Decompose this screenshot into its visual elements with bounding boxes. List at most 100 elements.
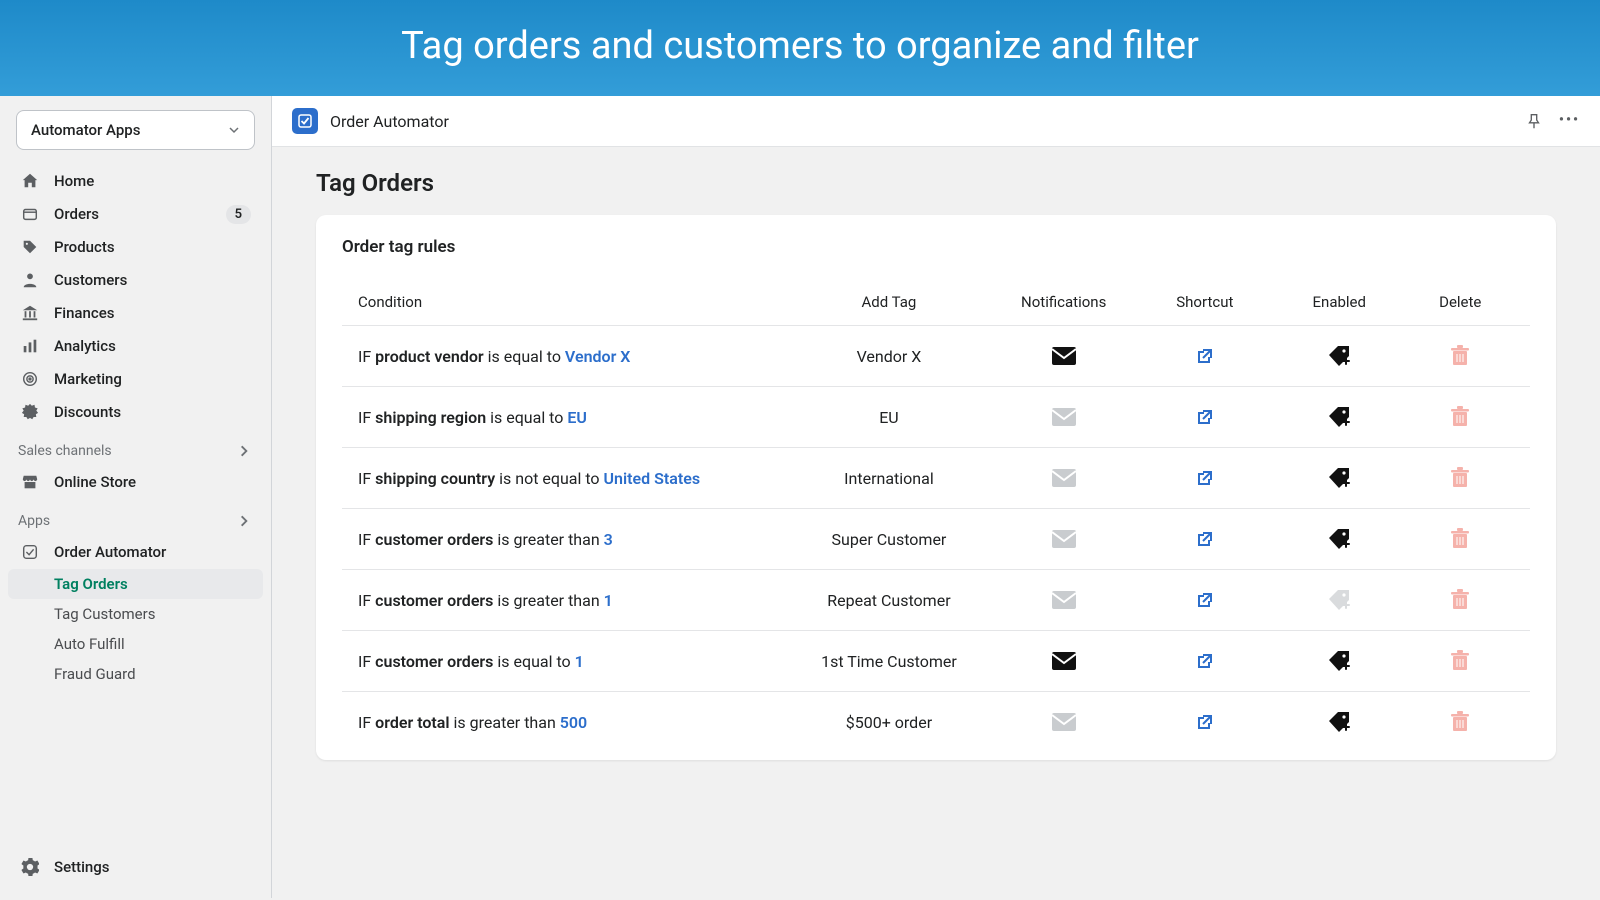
col-header-delete: Delete (1406, 293, 1514, 311)
trash-icon[interactable] (1446, 710, 1474, 734)
enabled-icon[interactable] (1325, 588, 1353, 612)
store-icon (20, 472, 40, 492)
apps-section[interactable]: Apps (8, 499, 263, 535)
sidebar-item-label: Finances (54, 304, 114, 322)
sidebar-item-label: Settings (54, 858, 110, 876)
condition-cell: IF product vendor is equal to Vendor X (358, 347, 788, 366)
shortcut-icon[interactable] (1191, 405, 1219, 429)
main: Order Automator ••• Tag Orders Order tag… (272, 96, 1600, 898)
app-bar: Order Automator ••• (272, 96, 1600, 147)
enabled-icon[interactable] (1325, 710, 1353, 734)
sidebar-item-marketing[interactable]: Marketing (8, 363, 263, 395)
subnav-item-tag-customers[interactable]: Tag Customers (8, 599, 263, 629)
enabled-icon[interactable] (1325, 527, 1353, 551)
mail-icon[interactable] (1050, 588, 1078, 612)
tag-cell: EU (788, 408, 990, 427)
tag-cell: Vendor X (788, 347, 990, 366)
condition-cell: IF customer orders is greater than 3 (358, 530, 788, 549)
shortcut-icon[interactable] (1191, 466, 1219, 490)
mail-icon[interactable] (1050, 344, 1078, 368)
condition-cell: IF shipping country is not equal to Unit… (358, 469, 788, 488)
store-selector[interactable]: Automator Apps (16, 110, 255, 150)
enabled-icon[interactable] (1325, 405, 1353, 429)
condition-cell: IF order total is greater than 500 (358, 713, 788, 732)
discount-icon (20, 402, 40, 422)
sidebar-item-order-automator[interactable]: Order Automator (8, 536, 263, 568)
col-header-notifications: Notifications (990, 293, 1138, 311)
card-title: Order tag rules (342, 237, 1530, 257)
mail-icon[interactable] (1050, 466, 1078, 490)
section-label: Sales channels (18, 443, 112, 459)
sidebar-item-label: Order Automator (54, 543, 166, 561)
table-row: IF product vendor is equal to Vendor XVe… (342, 326, 1530, 387)
section-label: Apps (18, 513, 50, 529)
sidebar-item-label: Home (54, 172, 94, 190)
trash-icon[interactable] (1446, 588, 1474, 612)
more-icon[interactable]: ••• (1559, 112, 1580, 130)
enabled-icon[interactable] (1325, 344, 1353, 368)
col-header-shortcut: Shortcut (1138, 293, 1272, 311)
trash-icon[interactable] (1446, 344, 1474, 368)
sidebar-item-customers[interactable]: Customers (8, 264, 263, 296)
subnav-item-tag-orders[interactable]: Tag Orders (8, 569, 263, 599)
shortcut-icon[interactable] (1191, 588, 1219, 612)
automator-icon (20, 542, 40, 562)
caret-down-icon (228, 124, 240, 136)
sidebar-item-settings[interactable]: Settings (8, 851, 263, 883)
sidebar-item-products[interactable]: Products (8, 231, 263, 263)
col-header-condition: Condition (358, 293, 788, 311)
sidebar-item-label: Products (54, 238, 115, 256)
sidebar-item-finances[interactable]: Finances (8, 297, 263, 329)
sidebar-item-home[interactable]: Home (8, 165, 263, 197)
rules-card: Order tag rules Condition Add Tag Notifi… (316, 215, 1556, 760)
shortcut-icon[interactable] (1191, 710, 1219, 734)
trash-icon[interactable] (1446, 649, 1474, 673)
condition-cell: IF customer orders is greater than 1 (358, 591, 788, 610)
enabled-icon[interactable] (1325, 649, 1353, 673)
sidebar-item-label: Customers (54, 271, 127, 289)
tag-cell: Repeat Customer (788, 591, 990, 610)
shortcut-icon[interactable] (1191, 649, 1219, 673)
shortcut-icon[interactable] (1191, 344, 1219, 368)
condition-cell: IF shipping region is equal to EU (358, 408, 788, 427)
sidebar-item-label: Marketing (54, 370, 122, 388)
apps-subnav: Tag OrdersTag CustomersAuto FulfillFraud… (8, 569, 263, 689)
col-header-addtag: Add Tag (788, 293, 990, 311)
table-header: Condition Add Tag Notifications Shortcut… (342, 279, 1530, 326)
sidebar-item-analytics[interactable]: Analytics (8, 330, 263, 362)
trash-icon[interactable] (1446, 527, 1474, 551)
target-icon (20, 369, 40, 389)
bank-icon (20, 303, 40, 323)
table-row: IF shipping region is equal to EUEU (342, 387, 1530, 448)
trash-icon[interactable] (1446, 405, 1474, 429)
table-row: IF customer orders is equal to 11st Time… (342, 631, 1530, 692)
rules-table: Condition Add Tag Notifications Shortcut… (342, 279, 1530, 752)
tag-cell: International (788, 469, 990, 488)
mail-icon[interactable] (1050, 710, 1078, 734)
condition-cell: IF customer orders is equal to 1 (358, 652, 788, 671)
sidebar-item-label: Discounts (54, 403, 121, 421)
sidebar-item-orders[interactable]: Orders5 (8, 198, 263, 230)
enabled-icon[interactable] (1325, 466, 1353, 490)
table-row: IF order total is greater than 500$500+ … (342, 692, 1530, 752)
app-bar-title: Order Automator (330, 112, 449, 131)
mail-icon[interactable] (1050, 405, 1078, 429)
content: Tag Orders Order tag rules Condition Add… (272, 147, 1600, 782)
sidebar-item-discounts[interactable]: Discounts (8, 396, 263, 428)
app-shell: Automator Apps Home Orders5 Products Custom… (0, 96, 1600, 898)
store-selector-label: Automator Apps (31, 121, 140, 139)
subnav-item-fraud-guard[interactable]: Fraud Guard (8, 659, 263, 689)
trash-icon[interactable] (1446, 466, 1474, 490)
app-icon (292, 108, 318, 134)
primary-nav: Home Orders5 Products Customers Finances Anal… (8, 164, 263, 429)
pin-icon[interactable] (1525, 112, 1543, 130)
subnav-item-auto-fulfill[interactable]: Auto Fulfill (8, 629, 263, 659)
shortcut-icon[interactable] (1191, 527, 1219, 551)
gear-icon (20, 857, 40, 877)
sidebar-item-online-store[interactable]: Online Store (8, 466, 263, 498)
mail-icon[interactable] (1050, 649, 1078, 673)
tag-icon (20, 237, 40, 257)
mail-icon[interactable] (1050, 527, 1078, 551)
sales-channels-section[interactable]: Sales channels (8, 429, 263, 465)
home-icon (20, 171, 40, 191)
